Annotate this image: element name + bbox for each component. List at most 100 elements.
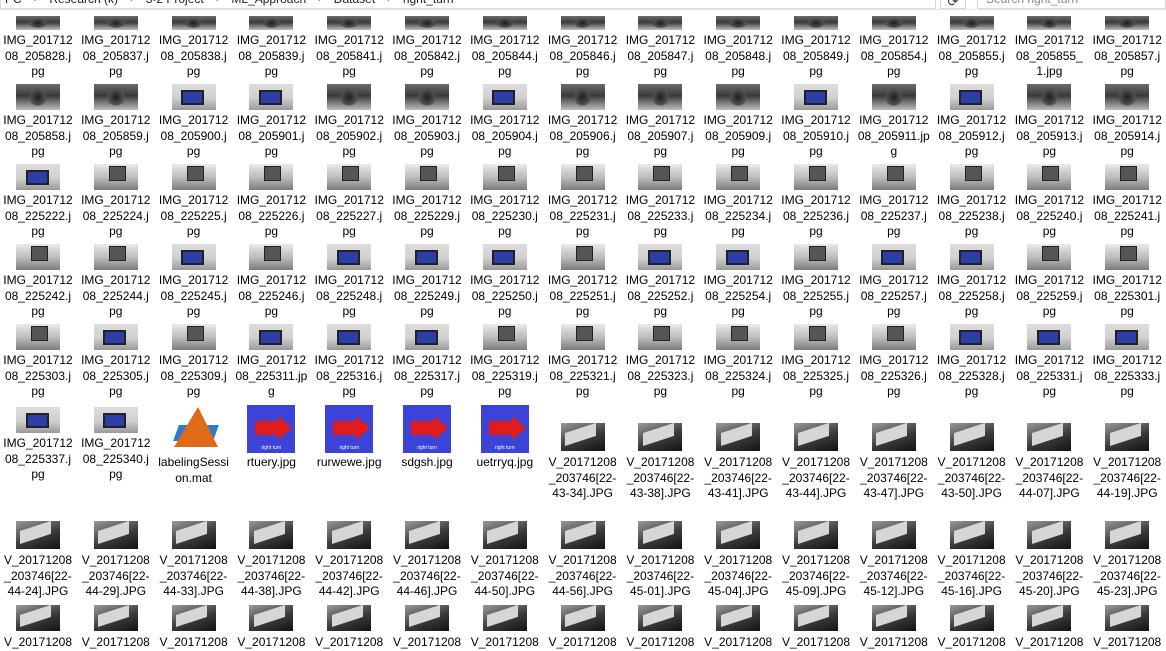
file-item[interactable]: IMG_20171208_225303.jpg bbox=[0, 324, 76, 400]
file-item[interactable]: labelingSession.mat bbox=[156, 405, 232, 486]
file-item[interactable]: IMG_20171208_225257.jpg bbox=[856, 244, 932, 320]
file-item[interactable]: IMG_20171208_225245.jpg bbox=[156, 244, 232, 320]
file-item[interactable]: IMG_20171208_225325.jpg bbox=[778, 324, 854, 400]
file-item[interactable]: IMG_20171208_225326.jpg bbox=[856, 324, 932, 400]
file-item[interactable]: V_20171208 bbox=[545, 605, 621, 651]
file-item[interactable]: IMG_20171208_225224.jpg bbox=[78, 164, 154, 240]
file-item[interactable]: V_20171208_203746[22-44-46].JPG bbox=[389, 521, 465, 600]
file-item[interactable]: IMG_20171208_225233.jpg bbox=[622, 164, 698, 240]
file-item[interactable]: IMG_20171208_225229.jpg bbox=[389, 164, 465, 240]
file-item[interactable]: IMG_20171208_225259.jpg bbox=[1011, 244, 1087, 320]
file-item[interactable]: IMG_20171208_205855_1.jpg bbox=[1011, 16, 1087, 80]
file-item[interactable]: V_20171208 bbox=[934, 605, 1010, 651]
file-item[interactable]: IMG_20171208_205846.jpg bbox=[545, 16, 621, 80]
file-item[interactable]: IMG_20171208_225241.jpg bbox=[1089, 164, 1165, 240]
file-item[interactable]: IMG_20171208_225249.jpg bbox=[389, 244, 465, 320]
file-item[interactable]: IMG_20171208_205911.jpg bbox=[856, 84, 932, 160]
file-item[interactable]: IMG_20171208_225317.jpg bbox=[389, 324, 465, 400]
file-item[interactable]: IMG_20171208_225250.jpg bbox=[467, 244, 543, 320]
file-item[interactable]: IMG_20171208_205903.jpg bbox=[389, 84, 465, 160]
file-item[interactable]: V_20171208_203746[22-43-38].JPG bbox=[622, 423, 698, 502]
file-item[interactable]: IMG_20171208_205904.jpg bbox=[467, 84, 543, 160]
file-item[interactable]: IMG_20171208_225309.jpg bbox=[156, 324, 232, 400]
file-item[interactable]: V_20171208 bbox=[467, 605, 543, 651]
file-item[interactable]: IMG_20171208_205839.jpg bbox=[233, 16, 309, 80]
file-item[interactable]: IMG_20171208_225244.jpg bbox=[78, 244, 154, 320]
file-item[interactable]: right turn sdgsh.jpg bbox=[389, 405, 465, 471]
file-item[interactable]: IMG_20171208_205857.jpg bbox=[1089, 16, 1165, 80]
file-item[interactable]: V_20171208_203746[22-45-23].JPG bbox=[1089, 521, 1165, 600]
file-item[interactable]: IMG_20171208_205906.jpg bbox=[545, 84, 621, 160]
file-item[interactable]: V_20171208_203746[22-44-38].JPG bbox=[233, 521, 309, 600]
file-item[interactable]: V_20171208 bbox=[1089, 605, 1165, 651]
file-item[interactable]: IMG_20171208_205854.jpg bbox=[856, 16, 932, 80]
file-item[interactable]: V_20171208 bbox=[389, 605, 465, 651]
file-item[interactable]: V_20171208_203746[22-43-34].JPG bbox=[545, 423, 621, 502]
file-item[interactable]: IMG_20171208_205910.jpg bbox=[778, 84, 854, 160]
file-item[interactable]: V_20171208 bbox=[700, 605, 776, 651]
file-item[interactable]: IMG_20171208_205848.jpg bbox=[700, 16, 776, 80]
file-item[interactable]: IMG_20171208_225236.jpg bbox=[778, 164, 854, 240]
file-item[interactable]: IMG_20171208_225319.jpg bbox=[467, 324, 543, 400]
file-item[interactable]: V_20171208_203746[22-45-09].JPG bbox=[778, 521, 854, 600]
file-item[interactable]: IMG_20171208_225328.jpg bbox=[934, 324, 1010, 400]
file-item[interactable]: IMG_20171208_225237.jpg bbox=[856, 164, 932, 240]
file-item[interactable]: IMG_20171208_205842.jpg bbox=[389, 16, 465, 80]
file-item[interactable]: IMG_20171208_225337.jpg bbox=[0, 407, 76, 483]
file-item[interactable]: IMG_20171208_205909.jpg bbox=[700, 84, 776, 160]
file-item[interactable]: IMG_20171208_205914.jpg bbox=[1089, 84, 1165, 160]
file-item[interactable]: IMG_20171208_205901.jpg bbox=[233, 84, 309, 160]
file-item[interactable]: IMG_20171208_205837.jpg bbox=[78, 16, 154, 80]
file-item[interactable]: V_20171208_203746[22-45-20].JPG bbox=[1011, 521, 1087, 600]
file-item[interactable]: V_20171208_203746[22-44-29].JPG bbox=[78, 521, 154, 600]
file-item[interactable]: IMG_20171208_225242.jpg bbox=[0, 244, 76, 320]
file-item[interactable]: V_20171208 bbox=[0, 605, 76, 651]
file-item[interactable]: IMG_20171208_225231.jpg bbox=[545, 164, 621, 240]
file-item[interactable]: IMG_20171208_205855.jpg bbox=[934, 16, 1010, 80]
file-item[interactable]: IMG_20171208_205912.jpg bbox=[934, 84, 1010, 160]
file-item[interactable]: IMG_20171208_225246.jpg bbox=[233, 244, 309, 320]
file-item[interactable]: V_20171208_203746[22-44-56].JPG bbox=[545, 521, 621, 600]
file-item[interactable]: V_20171208_203746[22-43-47].JPG bbox=[856, 423, 932, 502]
file-item[interactable]: V_20171208 bbox=[233, 605, 309, 651]
file-item[interactable]: V_20171208_203746[22-44-19].JPG bbox=[1089, 423, 1165, 502]
file-item[interactable]: IMG_20171208_225225.jpg bbox=[156, 164, 232, 240]
file-item[interactable]: V_20171208 bbox=[311, 605, 387, 651]
file-item[interactable]: V_20171208_203746[22-43-50].JPG bbox=[934, 423, 1010, 502]
file-item[interactable]: IMG_20171208_225333.jpg bbox=[1089, 324, 1165, 400]
file-item[interactable]: IMG_20171208_225311.jpg bbox=[233, 324, 309, 400]
file-item[interactable]: V_20171208_203746[22-43-41].JPG bbox=[700, 423, 776, 502]
file-item[interactable]: IMG_20171208_225305.jpg bbox=[78, 324, 154, 400]
file-item[interactable]: IMG_20171208_225321.jpg bbox=[545, 324, 621, 400]
file-item[interactable]: V_20171208_203746[22-45-16].JPG bbox=[934, 521, 1010, 600]
file-item[interactable]: IMG_20171208_225316.jpg bbox=[311, 324, 387, 400]
file-item[interactable]: V_20171208_203746[22-44-33].JPG bbox=[156, 521, 232, 600]
file-item[interactable]: IMG_20171208_205838.jpg bbox=[156, 16, 232, 80]
file-item[interactable]: right turn rurwewe.jpg bbox=[311, 405, 387, 471]
file-item[interactable]: V_20171208_203746[22-44-07].JPG bbox=[1011, 423, 1087, 502]
file-item[interactable]: IMG_20171208_225258.jpg bbox=[934, 244, 1010, 320]
file-item[interactable]: IMG_20171208_205913.jpg bbox=[1011, 84, 1087, 160]
file-item[interactable]: IMG_20171208_225301.jpg bbox=[1089, 244, 1165, 320]
file-item[interactable]: V_20171208 bbox=[156, 605, 232, 651]
file-item[interactable]: V_20171208 bbox=[1011, 605, 1087, 651]
file-item[interactable]: IMG_20171208_225240.jpg bbox=[1011, 164, 1087, 240]
file-item[interactable]: IMG_20171208_205849.jpg bbox=[778, 16, 854, 80]
file-item[interactable]: V_20171208_203746[22-44-24].JPG bbox=[0, 521, 76, 600]
file-item[interactable]: V_20171208_203746[22-45-12].JPG bbox=[856, 521, 932, 600]
file-item[interactable]: IMG_20171208_225234.jpg bbox=[700, 164, 776, 240]
file-item[interactable]: IMG_20171208_225331.jpg bbox=[1011, 324, 1087, 400]
file-item[interactable]: IMG_20171208_225227.jpg bbox=[311, 164, 387, 240]
file-item[interactable]: V_20171208 bbox=[622, 605, 698, 651]
file-item[interactable]: IMG_20171208_225254.jpg bbox=[700, 244, 776, 320]
file-item[interactable]: IMG_20171208_225238.jpg bbox=[934, 164, 1010, 240]
file-item[interactable]: IMG_20171208_225340.jpg bbox=[78, 407, 154, 483]
file-item[interactable]: IMG_20171208_205841.jpg bbox=[311, 16, 387, 80]
file-item[interactable]: IMG_20171208_225255.jpg bbox=[778, 244, 854, 320]
file-item[interactable]: V_20171208 bbox=[856, 605, 932, 651]
file-item[interactable]: V_20171208_203746[22-44-50].JPG bbox=[467, 521, 543, 600]
file-item[interactable]: V_20171208_203746[22-44-42].JPG bbox=[311, 521, 387, 600]
file-item[interactable]: IMG_20171208_225252.jpg bbox=[622, 244, 698, 320]
file-item[interactable]: IMG_20171208_225324.jpg bbox=[700, 324, 776, 400]
file-item[interactable]: IMG_20171208_205859.jpg bbox=[78, 84, 154, 160]
